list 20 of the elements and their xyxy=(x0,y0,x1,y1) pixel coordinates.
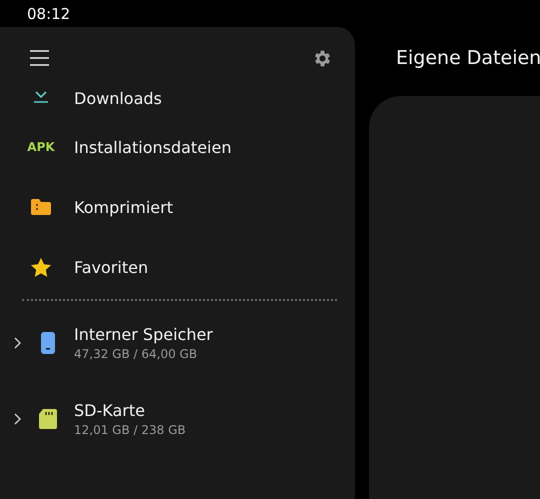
settings-icon[interactable] xyxy=(312,48,333,68)
apk-icon: APK xyxy=(27,140,55,154)
menu-icon[interactable] xyxy=(30,50,49,66)
page-title: Eigene Dateien xyxy=(396,47,540,69)
phone-icon xyxy=(41,332,55,354)
download-icon xyxy=(32,89,50,105)
drawer-item[interactable]: Komprimiert xyxy=(74,198,173,216)
storage-usage: 12,01 GB / 238 GB xyxy=(74,423,186,437)
expand-chevron-icon[interactable] xyxy=(14,337,22,349)
drawer-item[interactable]: Downloads xyxy=(74,89,162,108)
drawer-item[interactable]: Installationsdateien xyxy=(74,138,232,156)
sd-card-icon xyxy=(39,409,57,429)
drawer-item[interactable]: Favoriten xyxy=(74,258,148,276)
folder-icon xyxy=(30,198,52,216)
storage-name[interactable]: SD-Karte xyxy=(74,401,186,420)
status-time: 08:12 xyxy=(27,4,70,22)
expand-chevron-icon[interactable] xyxy=(14,413,22,425)
storage-usage: 47,32 GB / 64,00 GB xyxy=(74,347,198,361)
star-icon xyxy=(30,256,52,278)
storage-name[interactable]: Interner Speicher xyxy=(74,325,213,344)
